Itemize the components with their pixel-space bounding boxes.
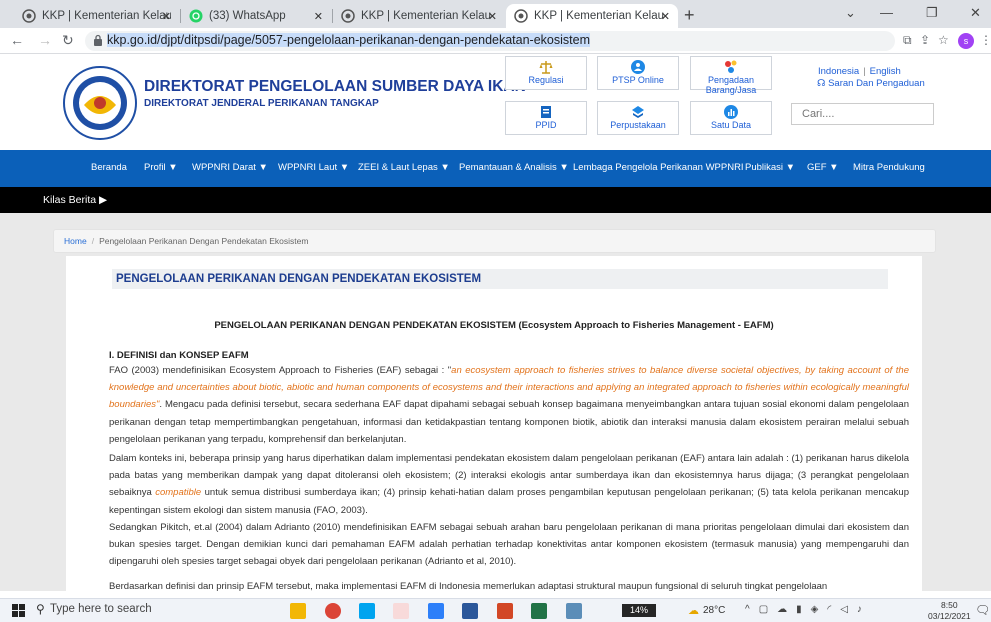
paragraph-3: Sedangkan Pikitch, et.al (2004) dalam Ad… xyxy=(109,522,909,568)
page-body: Home / Pengelolaan Perikanan Dengan Pendek… xyxy=(0,213,991,591)
article-heading: PENGELOLAAN PERIKANAN DENGAN PENDEKATAN … xyxy=(214,320,774,331)
menu-icon[interactable]: ⋮ xyxy=(980,33,991,47)
zoom-icon[interactable] xyxy=(428,603,444,619)
taskbar-search[interactable]: Type here to search xyxy=(50,603,152,615)
app-l-icon[interactable] xyxy=(359,603,375,619)
windows-start-icon[interactable] xyxy=(12,604,25,617)
bookmark-star-icon[interactable]: ☆ xyxy=(938,33,949,47)
calculator-icon[interactable] xyxy=(566,603,582,619)
clock[interactable]: 8:50 03/12/2021 xyxy=(928,600,971,622)
close-icon[interactable]: ✕ xyxy=(661,10,670,23)
page-title: PENGELOLAAN PERIKANAN DENGAN PENDEKATAN … xyxy=(112,269,888,289)
site-subtitle: DIREKTORAT JENDERAL PERIKANAN TANGKAP xyxy=(144,98,379,109)
kkp-favicon-icon xyxy=(341,9,355,23)
translate-icon[interactable]: ⧉ xyxy=(903,33,912,48)
excel-icon[interactable] xyxy=(531,603,547,619)
reload-icon[interactable]: ↻ xyxy=(62,32,74,49)
quicklink-regulasi[interactable]: Regulasi xyxy=(505,56,587,90)
breadcrumb-home-link[interactable]: Home xyxy=(64,236,87,246)
file-explorer-icon[interactable] xyxy=(290,603,306,619)
word-icon[interactable] xyxy=(462,603,478,619)
nav-wppnri-laut[interactable]: WPPNRI Laut ▼ xyxy=(278,162,349,173)
paragraph-1: FAO (2003) mendefinisikan Ecosystem Appr… xyxy=(109,365,909,445)
powerpoint-icon[interactable] xyxy=(497,603,513,619)
nav-beranda[interactable]: Beranda xyxy=(91,162,127,173)
site-title[interactable]: DIREKTORAT PENGELOLAAN SUMBER DAYA IKAN xyxy=(144,78,526,96)
close-icon[interactable]: ✕ xyxy=(314,10,323,23)
chart-icon xyxy=(724,105,738,119)
address-bar-row: ← → ↻ kkp.go.id/djpt/ditpsdi/page/5057-p… xyxy=(0,28,991,54)
article-card: PENGELOLAAN PERIKANAN DENGAN PENDEKATAN … xyxy=(66,256,922,591)
forward-icon[interactable]: → xyxy=(38,32,52,48)
back-icon[interactable]: ← xyxy=(10,32,24,48)
nav-lembaga[interactable]: Lembaga Pengelola Perikanan WPPNRI xyxy=(573,162,744,173)
share-icon[interactable]: ⇪ xyxy=(920,33,930,47)
nav-wppnri-darat[interactable]: WPPNRI Darat ▼ xyxy=(192,162,268,173)
site-header: DIREKTORAT PENGELOLAAN SUMBER DAYA IKAN … xyxy=(0,54,991,150)
people-icon xyxy=(631,60,645,74)
main-nav: Beranda Profil ▼ WPPNRI Darat ▼ WPPNRI L… xyxy=(0,150,991,187)
nav-mitra[interactable]: Mitra Pendukung xyxy=(853,162,925,173)
lang-indonesia-link[interactable]: Indonesia xyxy=(818,66,859,77)
quicklink-ppid[interactable]: PPID xyxy=(505,101,587,135)
quicklink-satu-data[interactable]: Satu Data xyxy=(690,101,772,135)
nav-zeei[interactable]: ZEEI & Laut Lepas ▼ xyxy=(358,162,450,173)
quicklink-perpustakaan[interactable]: Perpustakaan xyxy=(597,101,679,135)
weather-icon: ☁ xyxy=(688,605,699,617)
kilas-berita-label[interactable]: Kilas Berita ▶ xyxy=(43,194,107,206)
acrobat-icon[interactable] xyxy=(393,603,409,619)
kkp-favicon-icon xyxy=(22,9,36,23)
paragraph-2: Dalam konteks ini, beberapa prinsip yang… xyxy=(109,453,909,516)
whatsapp-icon xyxy=(189,9,203,23)
tray-icons[interactable]: ^▢☁▮◈◜◁♪ xyxy=(745,604,871,615)
nav-gef[interactable]: GEF ▼ xyxy=(807,162,839,173)
window-close-icon[interactable]: ✕ xyxy=(970,5,981,21)
profile-avatar[interactable]: s xyxy=(958,33,974,49)
paragraph-4: Berdasarkan definisi dan prinsip EAFM te… xyxy=(109,581,828,591)
tab-kkp-active[interactable]: KKP | Kementerian Kelautan dan ✕ xyxy=(506,4,678,28)
headset-icon: ☊ xyxy=(817,78,829,89)
quicklink-pengadaan[interactable]: Pengadaan Barang/Jasa xyxy=(690,56,772,95)
windows-taskbar: ⚲ Type here to search 14% ☁ 28°C ^▢☁▮◈◜◁… xyxy=(0,598,991,622)
breadcrumb: Home / Pengelolaan Perikanan Dengan Pendek… xyxy=(53,229,936,253)
close-icon[interactable]: ✕ xyxy=(162,10,171,23)
lock-icon xyxy=(94,34,102,46)
tab-strip: KKP | Kementerian Kelautan dan ✕ (33) Wh… xyxy=(0,0,991,28)
kkp-logo-icon[interactable] xyxy=(62,65,138,141)
notification-icon[interactable]: 🗨 xyxy=(975,603,990,617)
quicklink-ptsp-online[interactable]: PTSP Online xyxy=(597,56,679,90)
weather-temp[interactable]: 28°C xyxy=(703,605,725,616)
language-switch: Indonesia | English xyxy=(818,66,901,77)
nav-profil[interactable]: Profil ▼ xyxy=(144,162,178,173)
saran-link[interactable]: ☊ Saran Dan Pengaduan xyxy=(817,78,925,89)
ppid-icon xyxy=(541,106,551,118)
new-tab-button[interactable]: + xyxy=(684,5,695,26)
minimize-icon[interactable]: — xyxy=(880,5,893,20)
nav-pemantauan[interactable]: Pemantauan & Analisis ▼ xyxy=(459,162,569,173)
breadcrumb-current: Pengelolaan Perikanan Dengan Pendekatan … xyxy=(99,236,309,246)
tab-kkp-1[interactable]: KKP | Kementerian Kelautan dan ✕ xyxy=(14,4,179,28)
search-icon: ⚲ xyxy=(36,602,45,616)
restore-icon[interactable]: ❐ xyxy=(926,5,938,21)
tab-search-icon[interactable]: ⌄ xyxy=(845,5,856,21)
chrome-icon[interactable] xyxy=(325,603,341,619)
battery-indicator[interactable]: 14% xyxy=(622,604,656,617)
book-icon xyxy=(632,106,644,118)
url-field[interactable]: kkp.go.id/djpt/ditpsdi/page/5057-pengelo… xyxy=(85,31,895,51)
nav-publikasi[interactable]: Publikasi ▼ xyxy=(745,162,795,173)
close-icon[interactable]: ✕ xyxy=(488,10,497,23)
search-input[interactable] xyxy=(791,103,934,125)
news-ticker: Kilas Berita ▶ xyxy=(0,187,991,213)
dots-icon xyxy=(725,60,737,73)
kkp-favicon-icon xyxy=(514,9,528,23)
scale-icon xyxy=(539,61,553,74)
section-heading: I. DEFINISI dan KONSEP EAFM xyxy=(109,350,249,361)
lang-english-link[interactable]: English xyxy=(870,66,901,77)
tab-whatsapp[interactable]: (33) WhatsApp ✕ xyxy=(181,4,331,28)
tab-kkp-2[interactable]: KKP | Kementerian Kelautan dan ✕ xyxy=(333,4,505,28)
